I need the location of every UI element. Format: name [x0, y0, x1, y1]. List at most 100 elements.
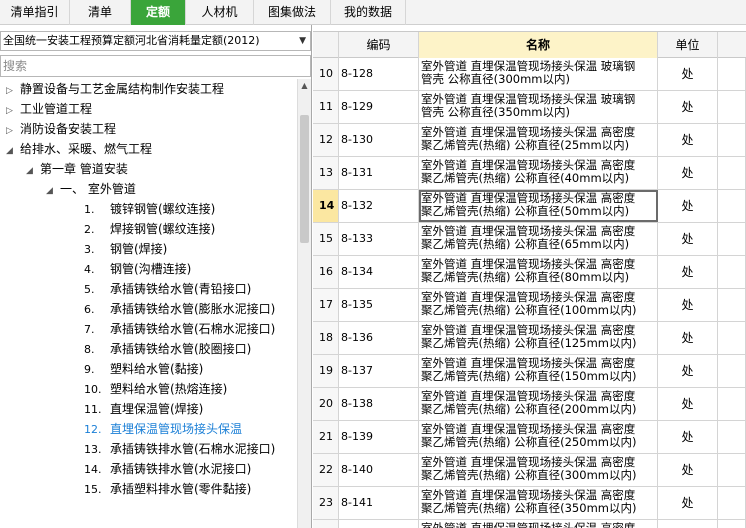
row-name[interactable]: 室外管道 直埋保温管现场接头保温 高密度 聚乙烯管壳(热缩) 公称直径(300mm… — [419, 454, 658, 486]
row-index[interactable]: 21 — [313, 421, 339, 453]
tree-branch-item[interactable]: ▷ 工业管道工程 — [6, 99, 92, 119]
row-code[interactable] — [339, 520, 419, 528]
row-index[interactable] — [313, 520, 339, 528]
row-unit[interactable]: 处 — [658, 190, 718, 222]
header-name[interactable]: 名称 — [419, 32, 658, 58]
row-name[interactable]: 室外管道 直埋保温管现场接头保温 高密度 聚乙烯管壳(热缩) 公称直径(150mm… — [419, 355, 658, 387]
row-unit[interactable]: 处 — [658, 421, 718, 453]
triangle-down-icon[interactable]: ◢ — [46, 181, 60, 201]
tab-2[interactable]: 清单 — [70, 0, 131, 25]
header-unit[interactable]: 单位 — [658, 32, 718, 58]
row-unit[interactable]: 处 — [658, 124, 718, 156]
tree-leaf-item[interactable]: 8. 承插铸铁给水管(胶圈接口) — [84, 339, 251, 359]
table-row[interactable]: 16 8-134 室外管道 直埋保温管现场接头保温 高密度 聚乙烯管壳(热缩) 公称直… — [313, 256, 746, 289]
row-code[interactable]: 8-136 — [339, 322, 419, 354]
tree-leaf-item[interactable]: 5. 承插铸铁给水管(青铅接口) — [84, 279, 251, 299]
row-index[interactable]: 15 — [313, 223, 339, 255]
row-code[interactable]: 8-129 — [339, 91, 419, 123]
table-row[interactable]: 22 8-140 室外管道 直埋保温管现场接头保温 高密度 聚乙烯管壳(热缩) 公称直… — [313, 454, 746, 487]
row-index[interactable]: 11 — [313, 91, 339, 123]
tree-leaf-item[interactable]: 12. 直埋保温管现场接头保温 — [84, 419, 242, 439]
row-code[interactable]: 8-131 — [339, 157, 419, 189]
tree-branch-item[interactable]: ◢ 给排水、采暖、燃气工程 — [6, 139, 152, 159]
row-unit[interactable]: 处 — [658, 388, 718, 420]
row-code[interactable]: 8-128 — [339, 58, 419, 90]
row-name[interactable]: 室外管道 直埋保温管现场接头保温 玻璃钢 管壳 公称直径(350mm以内) — [419, 91, 658, 123]
header-code[interactable]: 编码 — [339, 32, 419, 58]
row-unit[interactable] — [658, 520, 718, 528]
table-row[interactable]: 20 8-138 室外管道 直埋保温管现场接头保温 高密度 聚乙烯管壳(热缩) 公称直… — [313, 388, 746, 421]
triangle-down-icon[interactable]: ◢ — [6, 141, 20, 161]
chevron-down-icon[interactable]: ▼ — [299, 32, 306, 50]
table-row[interactable]: 19 8-137 室外管道 直埋保温管现场接头保温 高密度 聚乙烯管壳(热缩) 公称直… — [313, 355, 746, 388]
table-row[interactable]: 11 8-129 室外管道 直埋保温管现场接头保温 玻璃钢 管壳 公称直径(350mm… — [313, 91, 746, 124]
row-unit[interactable]: 处 — [658, 454, 718, 486]
row-name[interactable]: 室外管道 直埋保温管现场接头保温 玻璃钢 管壳 公称直径(300mm以内) — [419, 58, 658, 90]
tree-leaf-item[interactable]: 9. 塑料给水管(黏接) — [84, 359, 203, 379]
row-index[interactable]: 13 — [313, 157, 339, 189]
tree-leaf-item[interactable]: 3. 钢管(焊接) — [84, 239, 167, 259]
row-unit[interactable]: 处 — [658, 58, 718, 90]
search-input[interactable] — [0, 55, 311, 77]
row-name[interactable]: 室外管道 直埋保温管现场接头保温 高密度 聚乙烯管壳(热缩) 公称直径(50mm以… — [419, 190, 658, 222]
tab-5[interactable]: 图集做法 — [254, 0, 331, 25]
row-index[interactable]: 23 — [313, 487, 339, 519]
tab-4[interactable]: 人材机 — [186, 0, 254, 25]
row-name[interactable]: 室外管道 直埋保温管现场接头保温 高密度 — [419, 520, 658, 528]
row-unit[interactable]: 处 — [658, 157, 718, 189]
row-unit[interactable]: 处 — [658, 355, 718, 387]
row-index[interactable]: 18 — [313, 322, 339, 354]
table-row[interactable]: 18 8-136 室外管道 直埋保温管现场接头保温 高密度 聚乙烯管壳(热缩) 公称直… — [313, 322, 746, 355]
row-code[interactable]: 8-137 — [339, 355, 419, 387]
triangle-down-icon[interactable]: ◢ — [26, 161, 40, 181]
row-unit[interactable]: 处 — [658, 487, 718, 519]
row-name[interactable]: 室外管道 直埋保温管现场接头保温 高密度 聚乙烯管壳(热缩) 公称直径(100mm… — [419, 289, 658, 321]
row-code[interactable]: 8-134 — [339, 256, 419, 288]
row-code[interactable]: 8-135 — [339, 289, 419, 321]
triangle-right-icon[interactable]: ▷ — [6, 81, 20, 101]
tree-leaf-item[interactable]: 2. 焊接钢管(螺纹连接) — [84, 219, 215, 239]
tab-6[interactable]: 我的数据 — [331, 0, 406, 25]
scrollbar-thumb[interactable] — [300, 115, 309, 243]
table-row[interactable]: 12 8-130 室外管道 直埋保温管现场接头保温 高密度 聚乙烯管壳(热缩) 公称直… — [313, 124, 746, 157]
row-name[interactable]: 室外管道 直埋保温管现场接头保温 高密度 聚乙烯管壳(热缩) 公称直径(40mm以… — [419, 157, 658, 189]
table-row[interactable]: 23 8-141 室外管道 直埋保温管现场接头保温 高密度 聚乙烯管壳(热缩) 公称直… — [313, 487, 746, 520]
row-name[interactable]: 室外管道 直埋保温管现场接头保温 高密度 聚乙烯管壳(热缩) 公称直径(125mm… — [419, 322, 658, 354]
row-code[interactable]: 8-132 — [339, 190, 419, 222]
tree-leaf-item[interactable]: 7. 承插铸铁给水管(石棉水泥接口) — [84, 319, 275, 339]
tree-leaf-item[interactable]: 10. 塑料给水管(热熔连接) — [84, 379, 227, 399]
tree-leaf-item[interactable]: 15. 承插塑料排水管(零件黏接) — [84, 479, 251, 499]
row-code[interactable]: 8-138 — [339, 388, 419, 420]
tab-1[interactable]: 清单指引 — [0, 0, 70, 25]
row-index[interactable]: 19 — [313, 355, 339, 387]
row-name[interactable]: 室外管道 直埋保温管现场接头保温 高密度 聚乙烯管壳(热缩) 公称直径(250mm… — [419, 421, 658, 453]
tree-branch-item[interactable]: ▷ 静置设备与工艺金属结构制作安装工程 — [6, 79, 224, 99]
row-unit[interactable]: 处 — [658, 223, 718, 255]
row-code[interactable]: 8-139 — [339, 421, 419, 453]
row-unit[interactable]: 处 — [658, 256, 718, 288]
triangle-right-icon[interactable]: ▷ — [6, 121, 20, 141]
tree-branch-item[interactable]: ◢ 第一章 管道安装 — [26, 159, 128, 179]
tree-leaf-item[interactable]: 13. 承插铸铁排水管(石棉水泥接口) — [84, 439, 275, 459]
row-unit[interactable]: 处 — [658, 91, 718, 123]
tree-leaf-item[interactable]: 1. 镀锌钢管(螺纹连接) — [84, 199, 215, 219]
row-code[interactable]: 8-130 — [339, 124, 419, 156]
row-name[interactable]: 室外管道 直埋保温管现场接头保温 高密度 聚乙烯管壳(热缩) 公称直径(80mm以… — [419, 256, 658, 288]
tree-leaf-item[interactable]: 6. 承插铸铁给水管(膨胀水泥接口) — [84, 299, 275, 319]
scroll-up-icon[interactable]: ▲ — [298, 79, 311, 93]
row-name[interactable]: 室外管道 直埋保温管现场接头保温 高密度 聚乙烯管壳(热缩) 公称直径(65mm以… — [419, 223, 658, 255]
row-code[interactable]: 8-141 — [339, 487, 419, 519]
triangle-right-icon[interactable]: ▷ — [6, 101, 20, 121]
row-index[interactable]: 22 — [313, 454, 339, 486]
row-index[interactable]: 10 — [313, 58, 339, 90]
row-unit[interactable]: 处 — [658, 289, 718, 321]
row-unit[interactable]: 处 — [658, 322, 718, 354]
row-index[interactable]: 12 — [313, 124, 339, 156]
tree-scrollbar[interactable]: ▲ — [297, 79, 311, 528]
quota-library-select[interactable]: 全国统一安装工程预算定额河北省消耗量定额(2012) ▼ — [0, 31, 311, 51]
row-index[interactable]: 20 — [313, 388, 339, 420]
row-code[interactable]: 8-140 — [339, 454, 419, 486]
row-index[interactable]: 16 — [313, 256, 339, 288]
tree-leaf-item[interactable]: 4. 钢管(沟槽连接) — [84, 259, 191, 279]
tree-leaf-item[interactable]: 14. 承插铸铁排水管(水泥接口) — [84, 459, 251, 479]
